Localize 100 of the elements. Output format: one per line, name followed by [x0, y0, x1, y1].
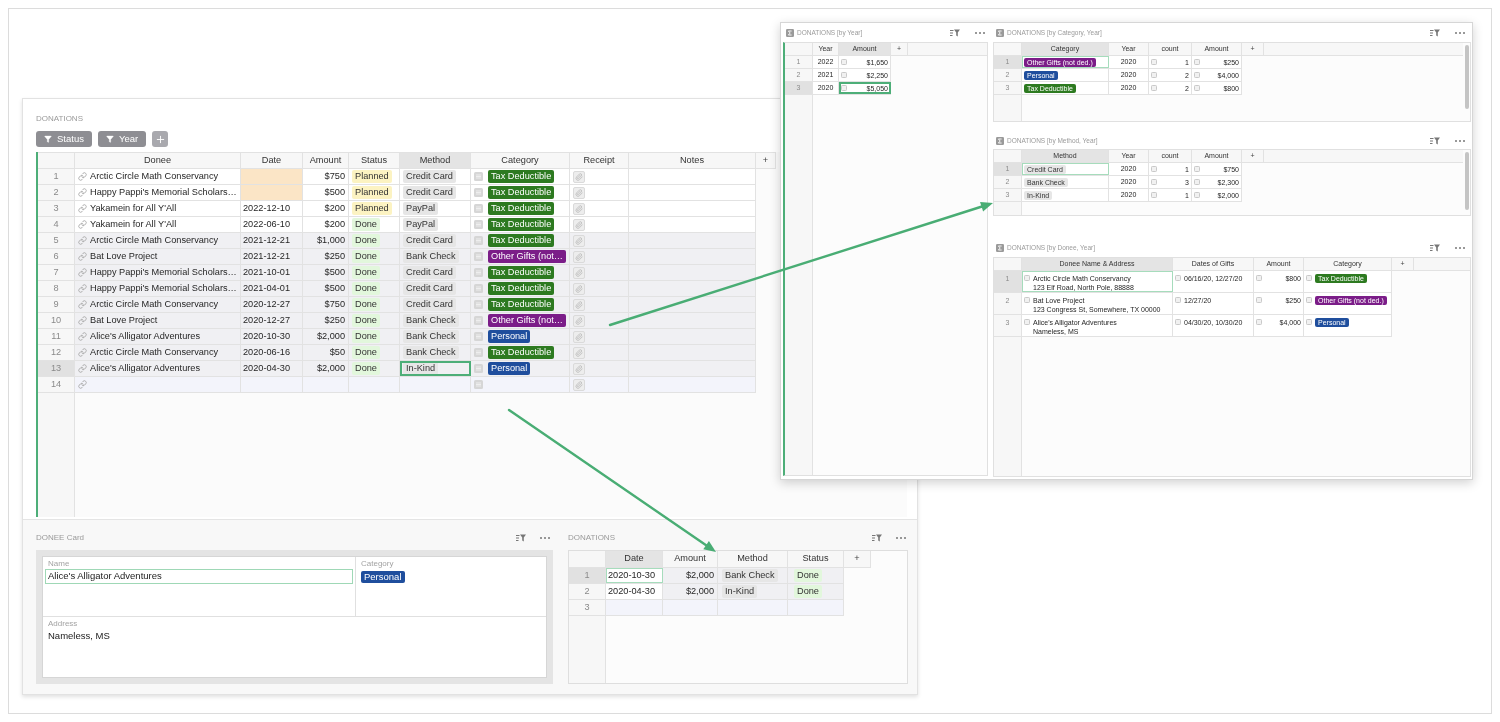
list-icon	[474, 316, 483, 325]
donee-name: Bat Love Project	[90, 249, 158, 263]
add-filter-button[interactable]	[152, 131, 169, 147]
table-cell: 2020-10-30	[606, 568, 663, 583]
paperclip-icon[interactable]	[573, 282, 585, 295]
category-tag: Tax Deductible	[488, 186, 555, 199]
method-tag: Credit Card	[403, 266, 456, 279]
scrollbar[interactable]	[1464, 45, 1469, 109]
category-tag: Tax Deductible	[488, 346, 555, 359]
status-tag: Done	[794, 585, 822, 598]
method-tag: Credit Card	[403, 186, 456, 199]
table-cell: $250	[303, 313, 349, 328]
status-tag: Done	[352, 250, 380, 263]
table-cell: 2022-06-10	[241, 217, 303, 232]
paperclip-icon[interactable]	[573, 202, 585, 215]
sort-filter-icon[interactable]	[872, 534, 882, 542]
sigma-icon	[996, 136, 1004, 145]
sigma-icon	[786, 28, 794, 37]
scrollbar[interactable]	[1464, 152, 1469, 210]
table-cell: $2,000	[303, 329, 349, 344]
sigma-icon	[996, 243, 1004, 252]
paperclip-icon[interactable]	[573, 378, 585, 391]
sort-filter-icon[interactable]	[1430, 136, 1440, 145]
text-field[interactable]: Nameless, MS	[45, 629, 544, 644]
table-cell: 2021-10-01	[241, 265, 303, 280]
paperclip-icon[interactable]	[573, 298, 585, 311]
add-column-button[interactable]: +	[756, 153, 776, 168]
link-icon[interactable]	[78, 172, 87, 181]
link-icon[interactable]	[78, 284, 87, 293]
table-cell: $250	[303, 249, 349, 264]
field-label: Category	[360, 559, 395, 569]
table-cell: $2,000	[663, 568, 718, 583]
list-icon	[474, 332, 483, 341]
table-cell: $500	[303, 185, 349, 200]
link-icon[interactable]	[78, 316, 87, 325]
status-tag: Done	[352, 298, 380, 311]
sort-filter-icon[interactable]	[1430, 243, 1440, 252]
link-icon[interactable]	[78, 268, 87, 277]
method-tag: In-Kind	[722, 585, 758, 598]
text-field[interactable]: Alice's Alligator Adventures	[45, 569, 353, 584]
category-tag: Tax Deductible	[488, 202, 555, 215]
status-tag: Done	[352, 346, 380, 359]
more-icon[interactable]	[1455, 139, 1465, 142]
link-icon[interactable]	[78, 204, 87, 213]
sort-filter-icon[interactable]	[1430, 28, 1440, 37]
donee-name: Arctic Circle Math Conservancy	[90, 169, 219, 183]
list-icon	[474, 348, 483, 357]
more-icon[interactable]	[1455, 31, 1465, 34]
paperclip-icon[interactable]	[573, 346, 585, 359]
donee-name: Alice's Alligator Adventures	[90, 361, 201, 375]
donee-name: Happy Pappi's Memorial Scholars…	[90, 281, 237, 295]
row-number[interactable]: 4	[38, 217, 75, 232]
paperclip-icon[interactable]	[573, 218, 585, 231]
method-tag: Credit Card	[403, 298, 456, 311]
donee-name: Yakamein for All Y'All	[90, 217, 177, 231]
link-icon[interactable]	[78, 364, 87, 373]
more-icon[interactable]	[975, 31, 985, 34]
paperclip-icon[interactable]	[573, 314, 585, 327]
column-header[interactable]: Method	[400, 153, 471, 168]
sort-filter-icon[interactable]	[950, 28, 960, 37]
status-tag: Done	[794, 569, 822, 582]
method-tag: Bank Check	[403, 346, 459, 359]
column-header[interactable]: Date	[606, 551, 663, 567]
paperclip-icon[interactable]	[573, 186, 585, 199]
table-cell: 2020-10-30	[241, 329, 303, 344]
sort-filter-icon[interactable]	[516, 534, 526, 542]
status-tag: Done	[352, 314, 380, 327]
paperclip-icon[interactable]	[573, 250, 585, 263]
paperclip-icon[interactable]	[573, 170, 585, 183]
link-icon[interactable]	[78, 380, 87, 389]
status-tag: Done	[352, 266, 380, 279]
list-icon	[474, 300, 483, 309]
table-cell: $1,000	[303, 233, 349, 248]
link-icon[interactable]	[78, 220, 87, 229]
tag-field[interactable]: Personal	[358, 569, 544, 584]
list-icon	[474, 220, 483, 229]
status-tag: Planned	[352, 186, 392, 199]
sigma-icon	[996, 28, 1004, 37]
link-icon[interactable]	[78, 348, 87, 357]
status-tag: Done	[352, 234, 380, 247]
donee-name: Bat Love Project	[90, 313, 158, 327]
link-icon[interactable]	[78, 332, 87, 341]
paperclip-icon[interactable]	[573, 234, 585, 247]
paperclip-icon[interactable]	[573, 362, 585, 375]
table-cell: 2021-04-01	[241, 281, 303, 296]
method-tag: PayPal	[403, 218, 439, 231]
list-icon	[474, 172, 483, 181]
paperclip-icon[interactable]	[573, 266, 585, 279]
add-column-button[interactable]: +	[844, 551, 871, 567]
table-cell: 2020-04-30	[606, 584, 663, 599]
link-icon[interactable]	[78, 252, 87, 261]
link-icon[interactable]	[78, 188, 87, 197]
field-label: Address	[47, 619, 79, 629]
funnel-icon	[44, 135, 52, 143]
donee-name: Arctic Circle Math Conservancy	[90, 233, 219, 247]
link-icon[interactable]	[78, 300, 87, 309]
more-icon[interactable]	[1455, 246, 1465, 249]
link-icon[interactable]	[78, 236, 87, 245]
paperclip-icon[interactable]	[573, 330, 585, 343]
table-cell: $2,000	[303, 361, 349, 376]
